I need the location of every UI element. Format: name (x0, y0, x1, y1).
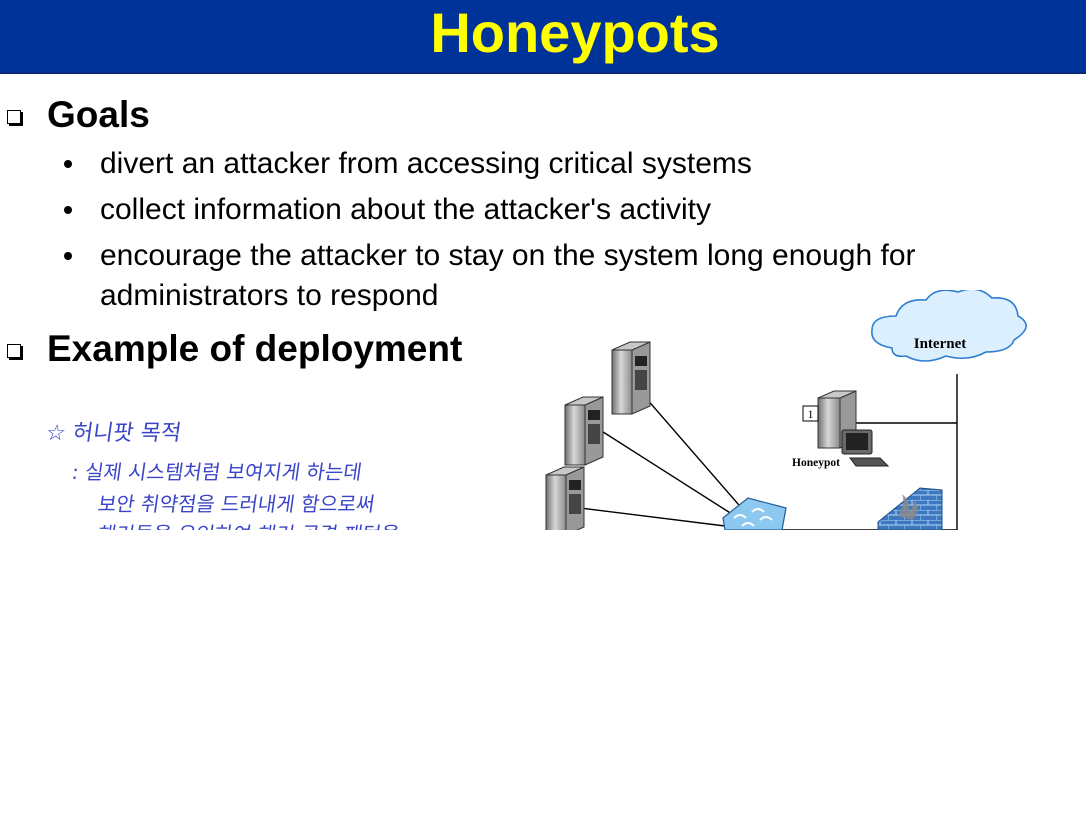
network-switch-icon (722, 497, 787, 530)
honeypot-label: Honeypot (792, 457, 840, 469)
internet-label: Internet (914, 336, 967, 352)
slide-title: Honeypots (430, 1, 720, 64)
square-bullet-icon (7, 110, 21, 124)
bullet-text-continued: administrators to respond (100, 279, 439, 312)
server-icon (564, 396, 604, 466)
handwritten-note-line: : 실제 시스템처럼 보여지게 하는데 (70, 460, 364, 484)
marker-label: 1 (808, 407, 814, 421)
handwritten-note-line: ☆ 허니팟 목적 (44, 421, 183, 446)
bullet-dot-icon (64, 160, 72, 168)
handwritten-note-line: 해커들을 유인하여 해커 공격 패턴을 (96, 518, 402, 530)
title-bar: Honeypots (0, 0, 1086, 74)
bullet-dot-icon (64, 252, 72, 260)
slide: Honeypots Goals divert an attacker from … (0, 0, 1086, 530)
bullet-text: encourage the attacker to stay on the sy… (100, 239, 916, 272)
bullet-dot-icon (64, 206, 72, 214)
heading-goals: Goals (47, 94, 150, 135)
honeypot-computer-icon (817, 390, 890, 467)
firewall-icon (877, 487, 943, 530)
deployment-diagram: 1 Honeypot Internet (545, 290, 1027, 530)
server-icon (545, 466, 585, 530)
square-bullet-icon (7, 344, 21, 358)
handwritten-note-line: 보안 취약점을 드러내게 함으로써 (96, 492, 377, 516)
bullet-text: collect information about the attacker's… (100, 193, 712, 226)
heading-example-deployment: Example of deployment (47, 328, 463, 369)
bullet-text: divert an attacker from accessing critic… (100, 147, 752, 180)
server-icon (611, 341, 651, 415)
